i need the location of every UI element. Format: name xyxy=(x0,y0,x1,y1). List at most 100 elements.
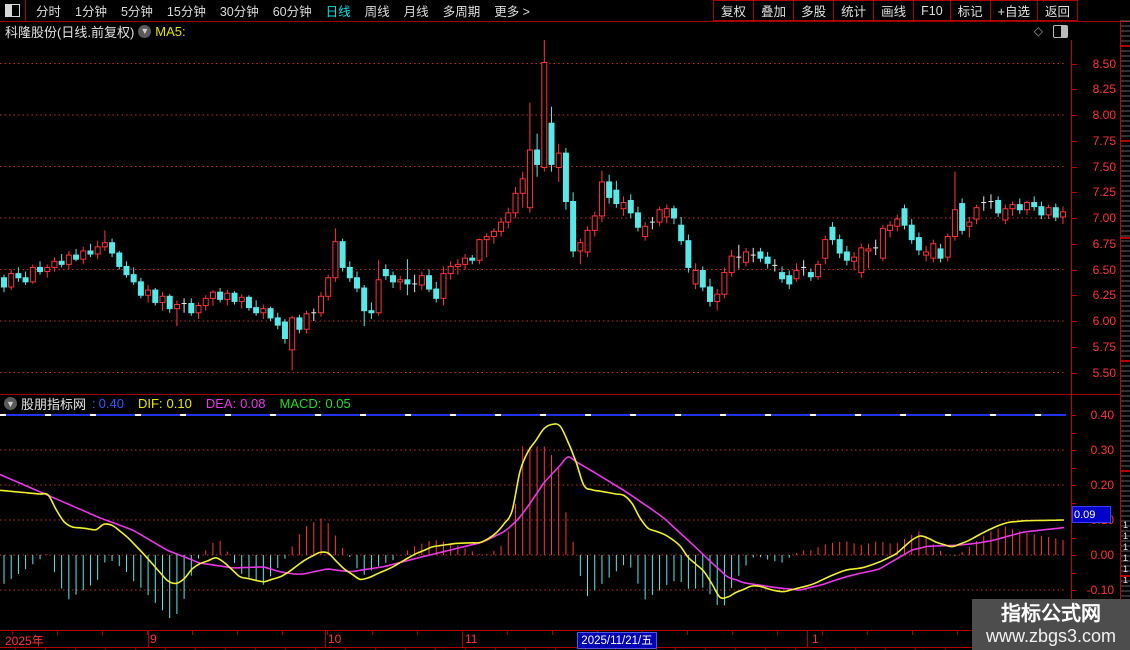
period-tab-1[interactable]: 1分钟 xyxy=(75,1,107,20)
toolbar-button-5[interactable]: F10 xyxy=(913,0,951,21)
price-axis-label: 5.50 xyxy=(1076,367,1116,380)
sidebar-separator xyxy=(1121,360,1130,362)
period-toolbar: 分时 1分钟 5分钟 15分钟 30分钟 60分钟日线周线月线多周期更多 > 复权叠加多股… xyxy=(0,0,1130,22)
date-tick xyxy=(192,631,193,635)
period-tab-6[interactable]: 日线 xyxy=(326,1,351,20)
current-value-badge: 0.09 xyxy=(1072,506,1111,523)
month-divider xyxy=(807,631,808,647)
price-axis-label: 8.25 xyxy=(1076,83,1116,96)
price-axis-label: 7.25 xyxy=(1076,186,1116,199)
date-tick xyxy=(237,631,238,635)
period-tab-3[interactable]: 15分钟 xyxy=(167,1,206,20)
dea-value: 0.08 xyxy=(240,396,265,411)
month-label-11: 11 xyxy=(465,632,477,646)
date-axis[interactable]: 2025年 2025/11/21/五 910111 xyxy=(0,630,1120,648)
macd-label: MACD: xyxy=(279,396,321,411)
chevron-down-icon[interactable]: ▼ xyxy=(138,25,151,38)
chart-title-row: 科隆股份(日线.前复权) ▼ MA5: ◇ xyxy=(0,22,1130,40)
period-tab-2[interactable]: 5分钟 xyxy=(121,1,153,20)
indicator-axis-label: 0.00 xyxy=(1074,549,1114,562)
date-tick xyxy=(822,631,823,635)
price-axis-label: 7.75 xyxy=(1076,135,1116,148)
panel-layout-icon[interactable] xyxy=(1053,25,1068,38)
date-tick xyxy=(687,631,688,635)
toolbar-button-4[interactable]: 画线 xyxy=(873,0,914,21)
macd-indicator-chart[interactable] xyxy=(0,413,1071,629)
sidebar-separator xyxy=(1121,140,1130,142)
indicator-axis-label: 0.30 xyxy=(1074,444,1114,457)
period-tab-9[interactable]: 多周期 xyxy=(443,1,481,20)
date-tick xyxy=(912,631,913,635)
toolbar-right-buttons: 复权叠加多股统计画线F10标记+自选返回 xyxy=(714,0,1078,21)
watermark-title: 指标公式网 xyxy=(1001,602,1101,626)
date-tick xyxy=(102,631,103,635)
sidebar-separator xyxy=(1121,45,1130,47)
month-label-1: 1 xyxy=(812,632,819,646)
candlestick-chart[interactable] xyxy=(0,40,1071,394)
indicator-name: 股朋指标网 xyxy=(21,394,86,413)
date-tick xyxy=(282,631,283,635)
price-axis-label: 6.50 xyxy=(1076,264,1116,277)
price-axis-label: 6.75 xyxy=(1076,238,1116,251)
dea-line xyxy=(0,457,1064,590)
date-tick xyxy=(867,631,868,635)
macd-value: 0.05 xyxy=(325,396,350,411)
date-tick xyxy=(147,631,148,635)
price-axis-label: 5.75 xyxy=(1076,341,1116,354)
toolbar-button-2[interactable]: 多股 xyxy=(793,0,834,21)
toolbar-button-3[interactable]: 统计 xyxy=(833,0,874,21)
macd-bars xyxy=(4,447,1063,619)
sidebar-separator xyxy=(1121,470,1130,472)
month-divider xyxy=(325,631,326,647)
diamond-icon[interactable]: ◇ xyxy=(1034,24,1043,38)
date-tick xyxy=(777,631,778,635)
symbol-title: 科隆股份(日线.前复权) xyxy=(5,22,134,41)
dif-label: DIF: xyxy=(138,396,163,411)
date-tick xyxy=(552,631,553,635)
window-split-icon xyxy=(5,4,20,17)
period-tab-0[interactable]: 分时 xyxy=(36,1,61,20)
trading-app-window: 分时 1分钟 5分钟 15分钟 30分钟 60分钟日线周线月线多周期更多 > 复权叠加多股… xyxy=(0,0,1130,650)
price-axis-label: 7.00 xyxy=(1076,212,1116,225)
indicator-colon: : xyxy=(92,396,96,411)
window-layout-button[interactable] xyxy=(0,0,26,21)
ma5-label: MA5: xyxy=(155,24,185,39)
price-axis-label: 7.50 xyxy=(1076,161,1116,174)
indicator-axis-label: -0.10 xyxy=(1074,584,1114,597)
watermark-url: www.zbgs3.com xyxy=(986,626,1116,647)
date-tick xyxy=(327,631,328,635)
period-tab-5[interactable]: 60分钟 xyxy=(273,1,312,20)
date-tick xyxy=(417,631,418,635)
price-axis-label: 8.00 xyxy=(1076,109,1116,122)
month-label-9: 9 xyxy=(150,632,157,646)
date-tick xyxy=(507,631,508,635)
price-axis-label: 6.25 xyxy=(1076,289,1116,302)
price-axis-label: 6.00 xyxy=(1076,315,1116,328)
period-tab-8[interactable]: 月线 xyxy=(404,1,429,20)
month-divider xyxy=(148,631,149,647)
date-tick xyxy=(12,631,13,635)
indicator-header: ▼ 股朋指标网 : 0.40 DIF: 0.10 DEA: 0.08 MACD:… xyxy=(0,395,1060,412)
toolbar-button-0[interactable]: 复权 xyxy=(713,0,754,21)
dea-label: DEA: xyxy=(206,396,236,411)
toolbar-button-8[interactable]: 返回 xyxy=(1037,0,1078,21)
toolbar-button-1[interactable]: 叠加 xyxy=(753,0,794,21)
date-tick xyxy=(957,631,958,635)
date-tick xyxy=(462,631,463,635)
selected-date-badge: 2025/11/21/五 xyxy=(577,632,657,649)
right-sidebar-strip[interactable]: 111111 xyxy=(1120,20,1130,650)
sidebar-separator xyxy=(1121,237,1130,239)
chevron-down-icon[interactable]: ▼ xyxy=(4,397,17,410)
toolbar-button-7[interactable]: +自选 xyxy=(990,0,1038,21)
period-tabs: 分时 1分钟 5分钟 15分钟 30分钟 60分钟日线周线月线多周期更多 > xyxy=(26,1,530,20)
period-tab-10[interactable]: 更多 > xyxy=(494,1,530,20)
date-tick xyxy=(732,631,733,635)
axis-border-line xyxy=(1071,40,1072,630)
period-tab-7[interactable]: 周线 xyxy=(365,1,390,20)
period-tab-4[interactable]: 30分钟 xyxy=(220,1,259,20)
indicator-axis-label: 0.20 xyxy=(1074,479,1114,492)
price-axis-label: 8.50 xyxy=(1076,58,1116,71)
dif-value: 0.10 xyxy=(167,396,192,411)
toolbar-button-6[interactable]: 标记 xyxy=(950,0,991,21)
date-tick xyxy=(57,631,58,635)
